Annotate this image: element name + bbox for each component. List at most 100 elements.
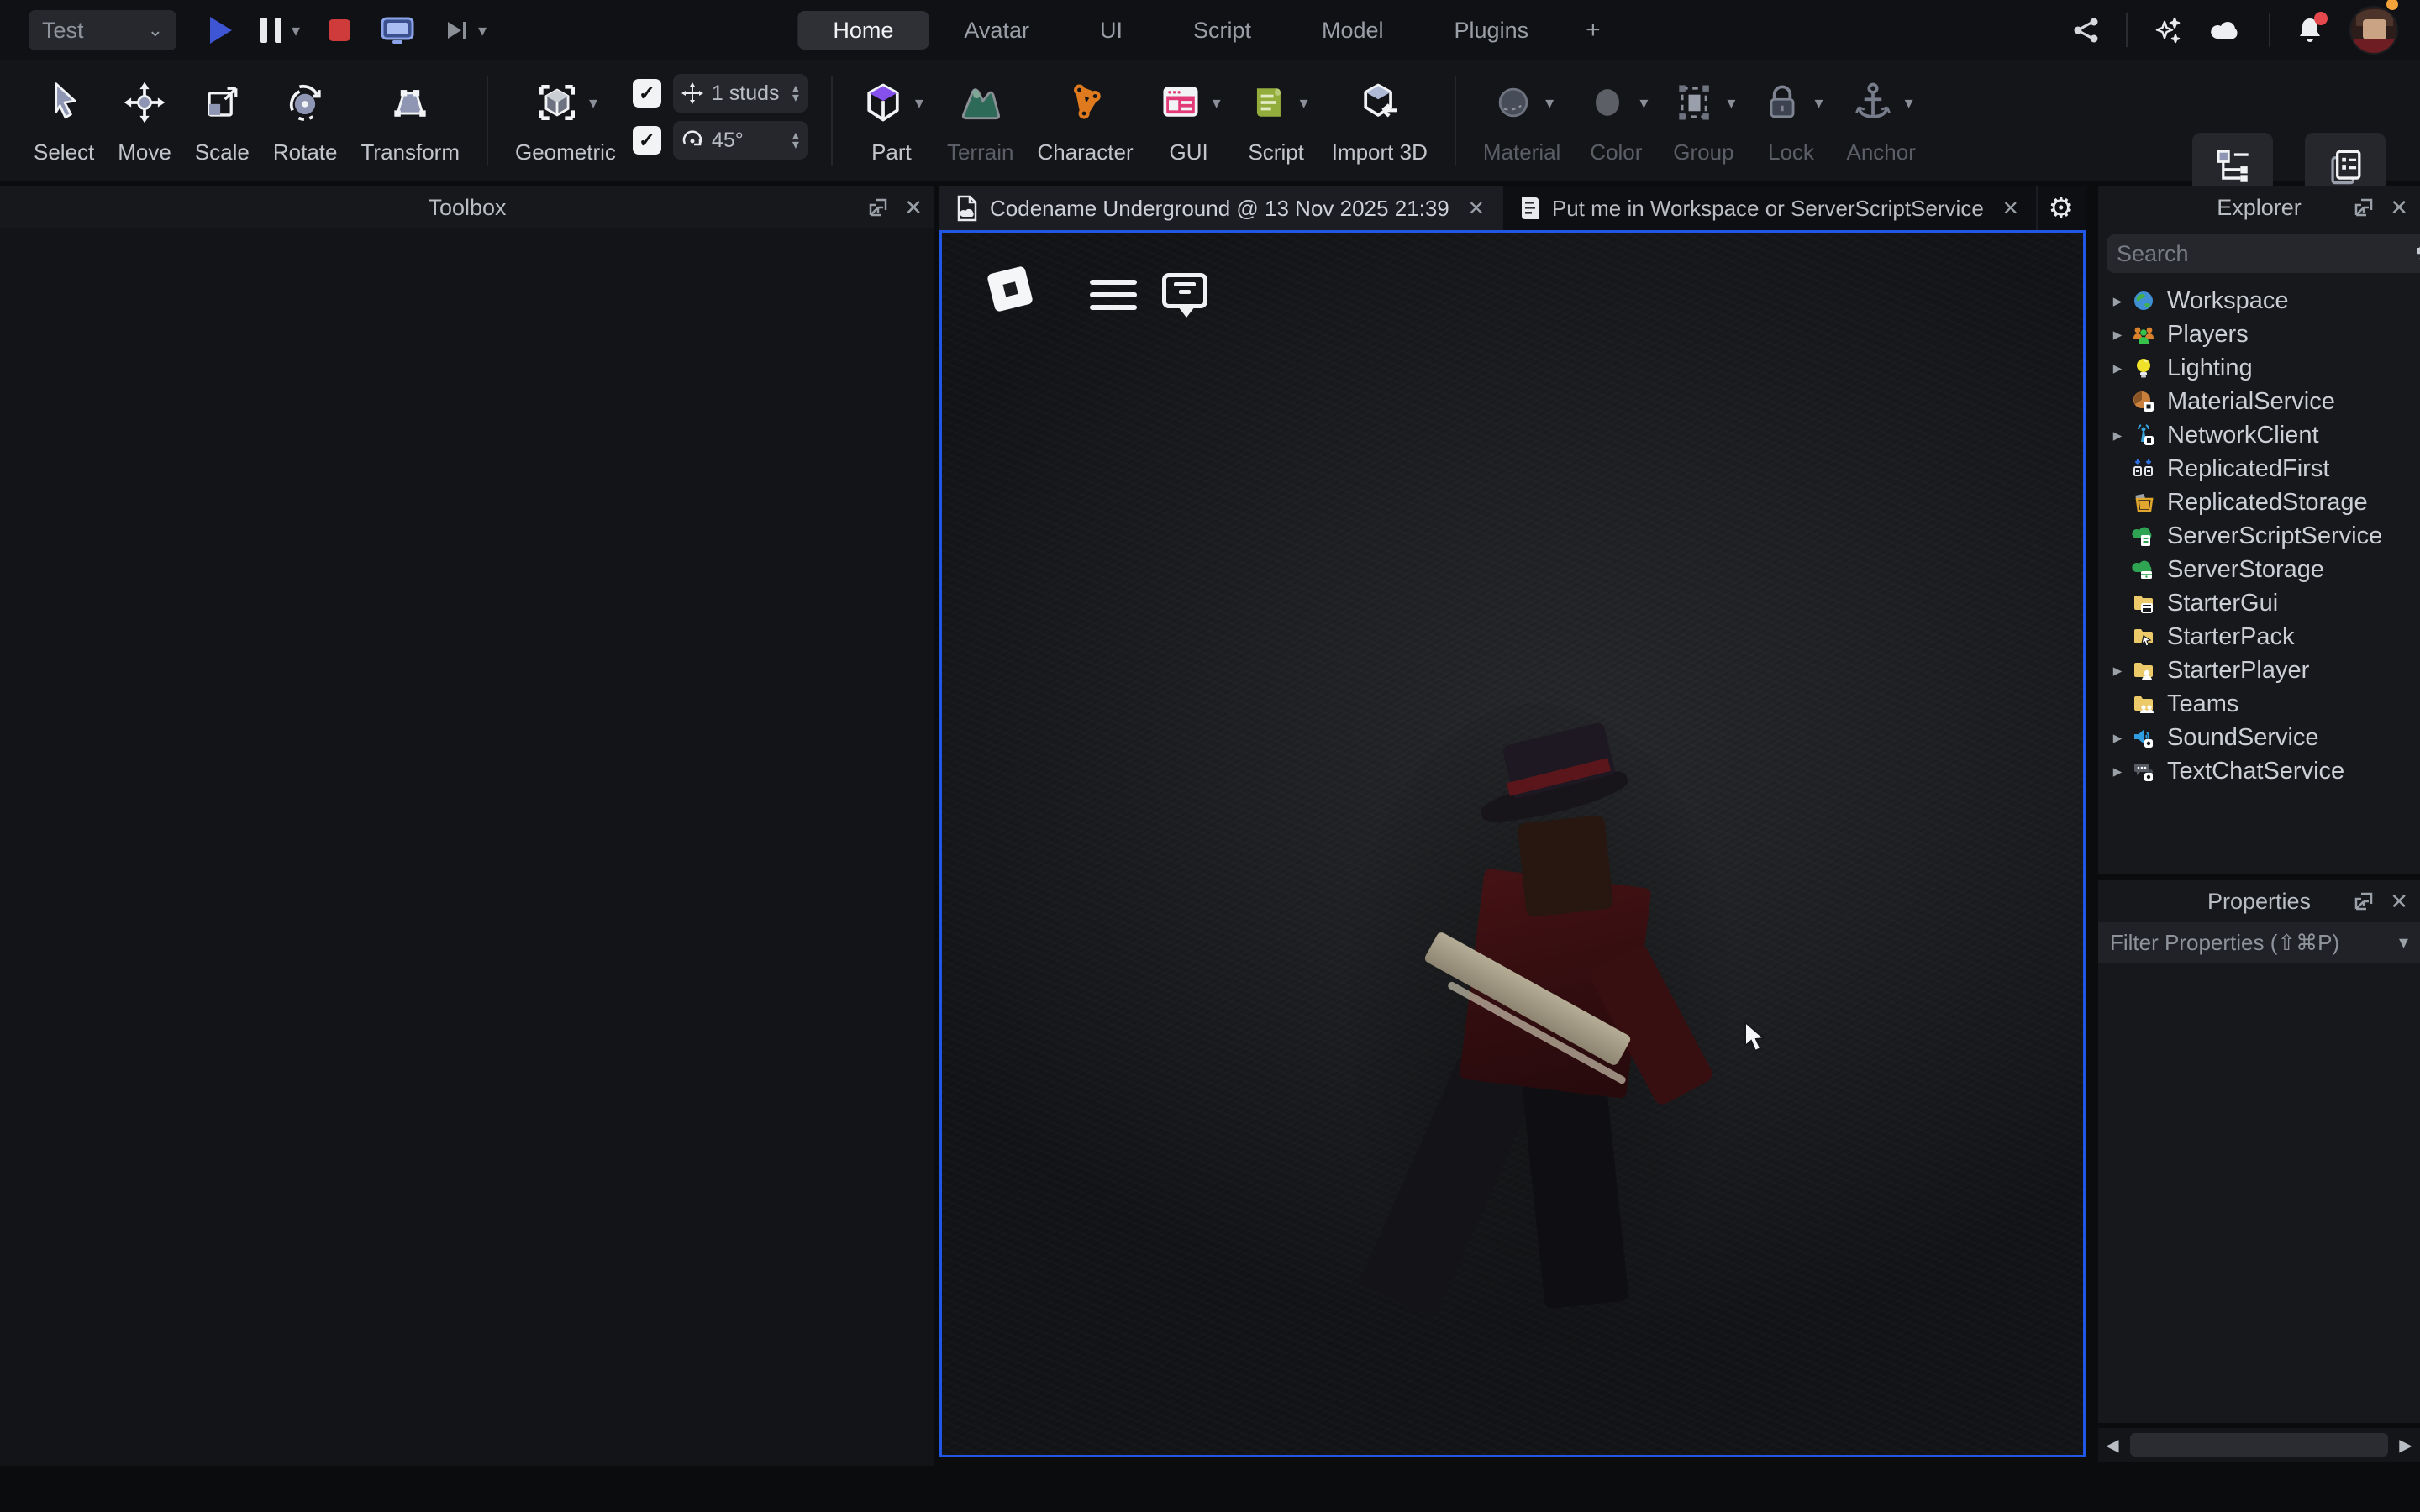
tree-item-lighting[interactable]: ▸ Lighting [2098,351,2420,385]
tree-item-sound-service[interactable]: ▸ SoundService [2098,721,2420,754]
tree-item-starter-gui[interactable]: StarterGui [2098,586,2420,620]
tree-item-workspace[interactable]: ▸ Workspace [2098,284,2420,318]
tree-item-starter-pack[interactable]: StarterPack [2098,620,2420,654]
tab-place-document[interactable]: Codename Underground @ 13 Nov 2025 21:39… [939,186,1503,230]
stop-button[interactable] [329,19,350,41]
tree-item-replicated-first[interactable]: ReplicatedFirst [2098,452,2420,486]
gui-button[interactable]: ▾ GUI [1157,72,1221,165]
group-button[interactable]: ▾ Group [1671,72,1735,165]
transform-tool-button[interactable]: Transform [361,72,460,165]
expand-arrow-icon[interactable]: ▸ [2105,727,2130,748]
scroll-left-arrow[interactable]: ◀ [2098,1428,2127,1462]
close-tab-icon[interactable]: ✕ [1468,197,1485,221]
tab-script[interactable]: Script [1158,11,1286,50]
rotate-snap-field[interactable]: 45° ▴▾ [673,121,808,160]
color-dropdown-caret-icon[interactable]: ▾ [1639,92,1648,113]
part-dropdown-caret-icon[interactable]: ▾ [915,92,923,113]
tree-item-text-chat-service[interactable]: ▸ TextChatService [2098,754,2420,788]
expand-arrow-icon[interactable]: ▸ [2105,425,2130,446]
material-dropdown-caret-icon[interactable]: ▾ [1545,92,1554,113]
lock-dropdown-caret-icon[interactable]: ▾ [1814,92,1823,113]
import-3d-button[interactable]: Import 3D [1332,72,1428,165]
scroll-right-arrow[interactable]: ▶ [2391,1428,2420,1462]
game-viewport[interactable] [939,230,2086,1457]
tab-add-button[interactable]: + [1564,11,1623,50]
close-tab-icon[interactable]: ✕ [2002,197,2019,221]
tree-item-teams[interactable]: Teams [2098,687,2420,721]
script-button[interactable]: ▾ Script [1244,72,1308,165]
play-button[interactable] [210,17,232,44]
gear-settings-icon[interactable]: ⚙ [2049,192,2074,225]
cloud-sync-icon[interactable] [2208,17,2244,44]
tree-item-server-storage[interactable]: ServerStorage [2098,553,2420,586]
tree-item-replicated-storage[interactable]: ReplicatedStorage [2098,486,2420,519]
gui-dropdown-caret-icon[interactable]: ▾ [1213,92,1221,113]
rotate-snap-checkbox[interactable]: ✓ [633,126,661,155]
user-avatar[interactable] [2349,6,2398,55]
expand-arrow-icon[interactable]: ▸ [2105,291,2130,312]
filter-dropdown-caret-icon[interactable]: ▾ [2399,932,2408,953]
anchor-button[interactable]: ▾ Anchor [1846,72,1915,165]
notifications-bell-icon[interactable] [2296,15,2324,45]
chat-bubble-icon[interactable] [1162,273,1207,308]
move-snap-field[interactable]: 1 studs ▴▾ [673,74,808,113]
geometric-dropdown-caret-icon[interactable]: ▾ [589,92,597,113]
search-input[interactable] [2117,241,2414,267]
dock-panel-icon[interactable] [2353,197,2375,218]
pause-dropdown-caret-icon[interactable]: ▾ [292,20,300,41]
rotate-tool-button[interactable]: Rotate [273,72,338,165]
expand-arrow-icon[interactable]: ▸ [2105,761,2130,782]
lock-button[interactable]: ▾ Lock [1759,72,1823,165]
share-icon[interactable] [2072,16,2101,45]
tree-item-server-script-service[interactable]: ServerScriptService [2098,519,2420,553]
group-dropdown-caret-icon[interactable]: ▾ [1727,92,1735,113]
scale-tool-button[interactable]: Scale [195,72,250,165]
filter-properties-input[interactable] [2110,930,2399,956]
geometric-mode-button[interactable]: ▾ Geometric [515,72,616,165]
close-panel-icon[interactable]: ✕ [2390,197,2408,218]
skip-dropdown-caret-icon[interactable]: ▾ [478,20,487,41]
skip-to-end-icon[interactable] [445,18,470,42]
select-tool-button[interactable]: Select [34,72,94,165]
search-history-icon[interactable] [2414,241,2420,266]
game-menu-icon[interactable] [1090,280,1137,310]
character-button[interactable]: Character [1037,72,1133,165]
toolbox-panel: Toolbox ✕ [0,186,934,1466]
tab-avatar[interactable]: Avatar [929,11,1065,50]
screen-share-icon[interactable] [379,15,416,45]
test-mode-dropdown[interactable]: Test ⌄ [29,10,176,50]
avatar-status-badge [2385,0,2400,12]
material-button[interactable]: ▾ Material [1483,72,1560,165]
tree-item-material-service[interactable]: MaterialService [2098,385,2420,418]
move-tool-button[interactable]: Move [118,72,171,165]
script-dropdown-caret-icon[interactable]: ▾ [1300,92,1308,113]
tab-home[interactable]: Home [797,11,929,50]
tree-item-network-client[interactable]: ▸ NetworkClient [2098,418,2420,452]
tab-ui[interactable]: UI [1065,11,1158,50]
part-button[interactable]: ▾ Part [860,72,923,165]
tree-item-players[interactable]: ▸ Players [2098,318,2420,351]
tab-script-document[interactable]: Put me in Workspace or ServerScriptServi… [1503,186,2038,230]
horizontal-scrollbar[interactable]: ◀ ▶ [2098,1428,2420,1462]
dock-panel-icon[interactable] [867,197,889,218]
close-panel-icon[interactable]: ✕ [904,197,923,218]
tree-item-starter-player[interactable]: ▸ StarterPlayer [2098,654,2420,687]
expand-arrow-icon[interactable]: ▸ [2105,324,2130,345]
expand-arrow-icon[interactable]: ▸ [2105,358,2130,379]
scrollbar-thumb[interactable] [2130,1433,2388,1457]
close-panel-icon[interactable]: ✕ [2390,890,2408,912]
dock-panel-icon[interactable] [2353,890,2375,912]
terrain-button[interactable]: Terrain [947,72,1013,165]
anchor-dropdown-caret-icon[interactable]: ▾ [1905,92,1913,113]
filter-properties-field[interactable]: ▾ [2098,922,2420,963]
expand-arrow-icon[interactable]: ▸ [2105,660,2130,681]
rotate-snap-stepper[interactable]: ▴▾ [792,131,799,150]
tab-plugins[interactable]: Plugins [1419,11,1565,50]
tab-model[interactable]: Model [1286,11,1419,50]
move-snap-checkbox[interactable]: ✓ [633,79,661,108]
sparkles-ai-icon[interactable] [2153,15,2183,45]
color-button[interactable]: ▾ Color [1584,72,1648,165]
explorer-search-box[interactable] [2107,234,2420,273]
pause-button[interactable] [260,18,281,43]
move-snap-stepper[interactable]: ▴▾ [792,84,799,102]
